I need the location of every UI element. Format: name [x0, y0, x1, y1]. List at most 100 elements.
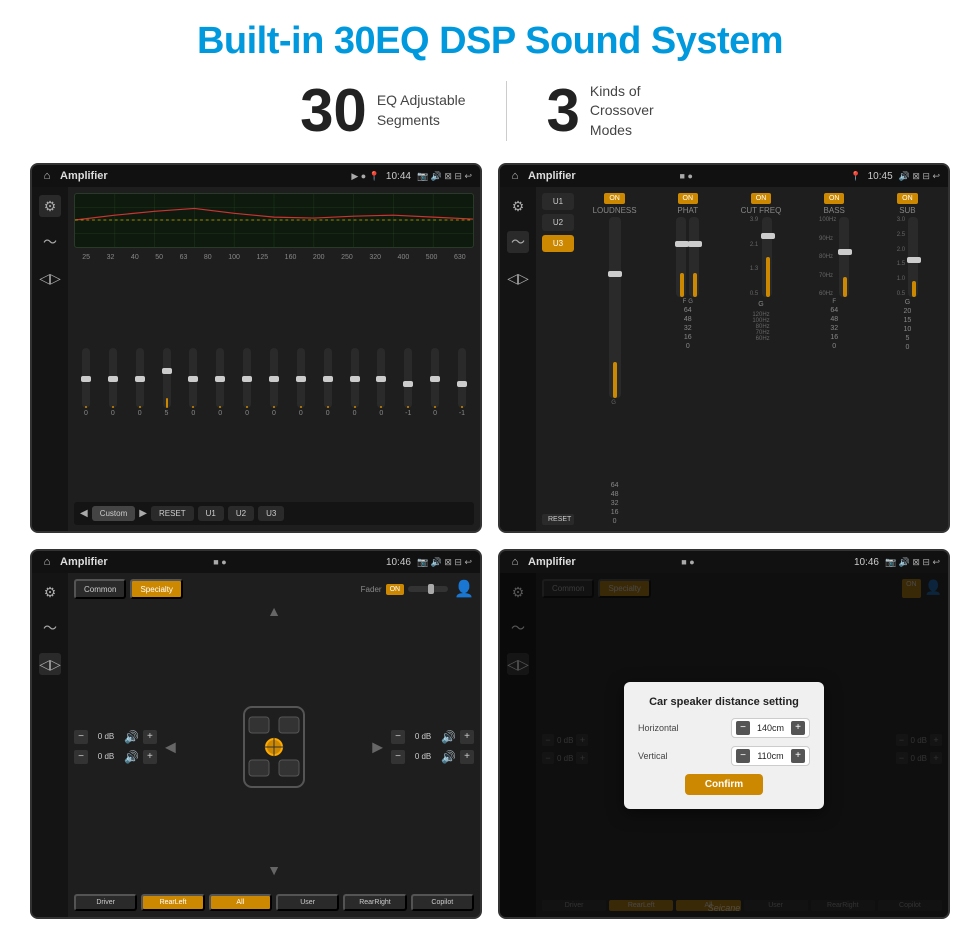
common-btn[interactable]: Common	[74, 579, 126, 599]
vertical-plus[interactable]: +	[791, 749, 805, 763]
copilot-btn[interactable]: Copilot	[411, 894, 474, 911]
cutfreq-on[interactable]: ON	[751, 193, 772, 204]
specialty-btn[interactable]: Specialty	[130, 579, 182, 599]
eq-slider-13[interactable]: 0	[431, 343, 439, 423]
eq-icon[interactable]: ⚙	[39, 195, 61, 217]
eq-slider-11[interactable]: 0	[377, 343, 385, 423]
crossover-reset[interactable]: RESET	[542, 514, 574, 525]
eq-icon-3[interactable]: ⚙	[39, 581, 61, 603]
arrow-right[interactable]: ▶	[372, 738, 383, 755]
lt-plus[interactable]: +	[143, 730, 157, 744]
crossover-main: U1 U2 U3 RESET ON LOUDNESS	[536, 187, 948, 531]
channel-loudness: ON LOUDNESS G 64 48 32	[580, 193, 649, 525]
rt-plus[interactable]: +	[460, 730, 474, 744]
vol-icon[interactable]: ◁▷	[39, 267, 61, 289]
user-btn[interactable]: User	[276, 894, 339, 911]
rearright-btn[interactable]: RearRight	[343, 894, 406, 911]
app-title-4: Amplifier	[528, 556, 675, 568]
arrow-down[interactable]: ▼	[267, 862, 281, 878]
rb-minus[interactable]: −	[391, 750, 405, 764]
wave-icon[interactable]: 〜	[39, 231, 61, 253]
confirm-button[interactable]: Confirm	[685, 774, 763, 795]
nav-icons-1: 📷 🔊 ⊠ ⊟ ↩	[417, 171, 472, 182]
preset-u1[interactable]: U1	[542, 193, 574, 210]
eq-slider-14[interactable]: -1	[458, 343, 466, 423]
eq-slider-5[interactable]: 0	[216, 343, 224, 423]
reset-btn[interactable]: RESET	[151, 506, 194, 521]
lb-minus[interactable]: −	[74, 750, 88, 764]
arrow-left[interactable]: ◀	[165, 738, 176, 755]
horizontal-plus[interactable]: +	[791, 721, 805, 735]
wave-icon-3[interactable]: 〜	[39, 617, 61, 639]
horizontal-stepper: − 140cm +	[731, 718, 810, 738]
eq-slider-4[interactable]: 0	[189, 343, 197, 423]
bass-slider[interactable]	[839, 217, 849, 297]
eq-main: 25 32 40 50 63 80 100 125 160 200 250 32…	[68, 187, 480, 531]
eq-prev-icon[interactable]: ◀	[80, 508, 88, 519]
all-btn[interactable]: All	[209, 894, 272, 911]
home-icon-1[interactable]: ⌂	[40, 169, 54, 183]
side-icons-2: ⚙ 〜 ◁▷	[500, 187, 536, 531]
wave-icon-2[interactable]: 〜	[507, 231, 529, 253]
screens-grid: ⌂ Amplifier ▶ ● 📍 10:44 📷 🔊 ⊠ ⊟ ↩ ⚙ 〜 ◁▷	[30, 163, 950, 919]
preset-u3[interactable]: U3	[542, 235, 574, 252]
vol-icon-2[interactable]: ◁▷	[507, 267, 529, 289]
phat-slider2[interactable]	[689, 217, 699, 297]
loudness-slider[interactable]	[609, 217, 621, 398]
home-icon-3[interactable]: ⌂	[40, 555, 54, 569]
phat-slider[interactable]	[676, 217, 686, 297]
stat-crossover-desc: Kinds ofCrossover Modes	[590, 82, 680, 141]
eq-slider-6[interactable]: 0	[243, 343, 251, 423]
eq-slider-9[interactable]: 0	[324, 343, 332, 423]
rb-plus[interactable]: +	[460, 750, 474, 764]
u2-btn[interactable]: U2	[228, 506, 254, 521]
eq-slider-12[interactable]: -1	[404, 343, 412, 423]
nav-icons-4: 📷 🔊 ⊠ ⊟ ↩	[885, 557, 940, 568]
car-diagram: ▲ ▼ ◀ ▶	[165, 603, 383, 890]
page-title: Built-in 30EQ DSP Sound System	[197, 20, 783, 63]
loudness-on[interactable]: ON	[604, 193, 625, 204]
eq-icon-2[interactable]: ⚙	[507, 195, 529, 217]
driver-btn[interactable]: Driver	[74, 894, 137, 911]
u3-btn[interactable]: U3	[258, 506, 284, 521]
screen-balance: ⌂ Amplifier ■ ● 10:46 📷 🔊 ⊠ ⊟ ↩ ⚙ 〜 ◁▷	[30, 549, 482, 919]
sub-on[interactable]: ON	[897, 193, 918, 204]
eq-slider-1[interactable]: 0	[109, 343, 117, 423]
vol-icon-3[interactable]: ◁▷	[39, 653, 61, 675]
eq-freq-labels: 25 32 40 50 63 80 100 125 160 200 250 32…	[74, 252, 474, 263]
balance-preset-btns: Common Specialty	[74, 579, 183, 599]
lt-minus[interactable]: −	[74, 730, 88, 744]
eq-slider-0[interactable]: 0	[82, 343, 90, 423]
vertical-stepper: − 110cm +	[731, 746, 810, 766]
horizontal-minus[interactable]: −	[736, 721, 750, 735]
phat-on[interactable]: ON	[678, 193, 699, 204]
rt-minus[interactable]: −	[391, 730, 405, 744]
fader-slider[interactable]	[408, 586, 448, 592]
eq-slider-3[interactable]: 5	[163, 343, 171, 423]
eq-slider-8[interactable]: 0	[297, 343, 305, 423]
custom-btn[interactable]: Custom	[92, 506, 136, 521]
eq-play-icon[interactable]: ▶	[139, 508, 147, 519]
eq-slider-2[interactable]: 0	[136, 343, 144, 423]
status-bar-4: ⌂ Amplifier ■ ● 10:46 📷 🔊 ⊠ ⊟ ↩	[500, 551, 948, 573]
bass-on[interactable]: ON	[824, 193, 845, 204]
vertical-minus[interactable]: −	[736, 749, 750, 763]
preset-u2[interactable]: U2	[542, 214, 574, 231]
vertical-label: Vertical	[638, 751, 693, 761]
fader-on[interactable]: ON	[386, 584, 405, 595]
eq-slider-10[interactable]: 0	[351, 343, 359, 423]
channel-sub: ON SUB 3.02.52.01.51.00.5	[873, 193, 942, 525]
left-top-db: − 0 dB 🔊 +	[74, 730, 157, 744]
rearleft-btn[interactable]: RearLeft	[141, 894, 204, 911]
home-icon-4[interactable]: ⌂	[508, 555, 522, 569]
side-icons-3: ⚙ 〜 ◁▷	[32, 573, 68, 917]
cutfreq-slider[interactable]	[762, 217, 772, 297]
eq-slider-7[interactable]: 0	[270, 343, 278, 423]
u1-btn[interactable]: U1	[198, 506, 224, 521]
lb-plus[interactable]: +	[143, 750, 157, 764]
nav-icons-3: 📷 🔊 ⊠ ⊟ ↩	[417, 557, 472, 568]
home-icon-2[interactable]: ⌂	[508, 169, 522, 183]
balance-main: Common Specialty Fader ON 👤	[68, 573, 480, 917]
arrow-up[interactable]: ▲	[267, 603, 281, 619]
sub-slider[interactable]	[908, 217, 918, 297]
